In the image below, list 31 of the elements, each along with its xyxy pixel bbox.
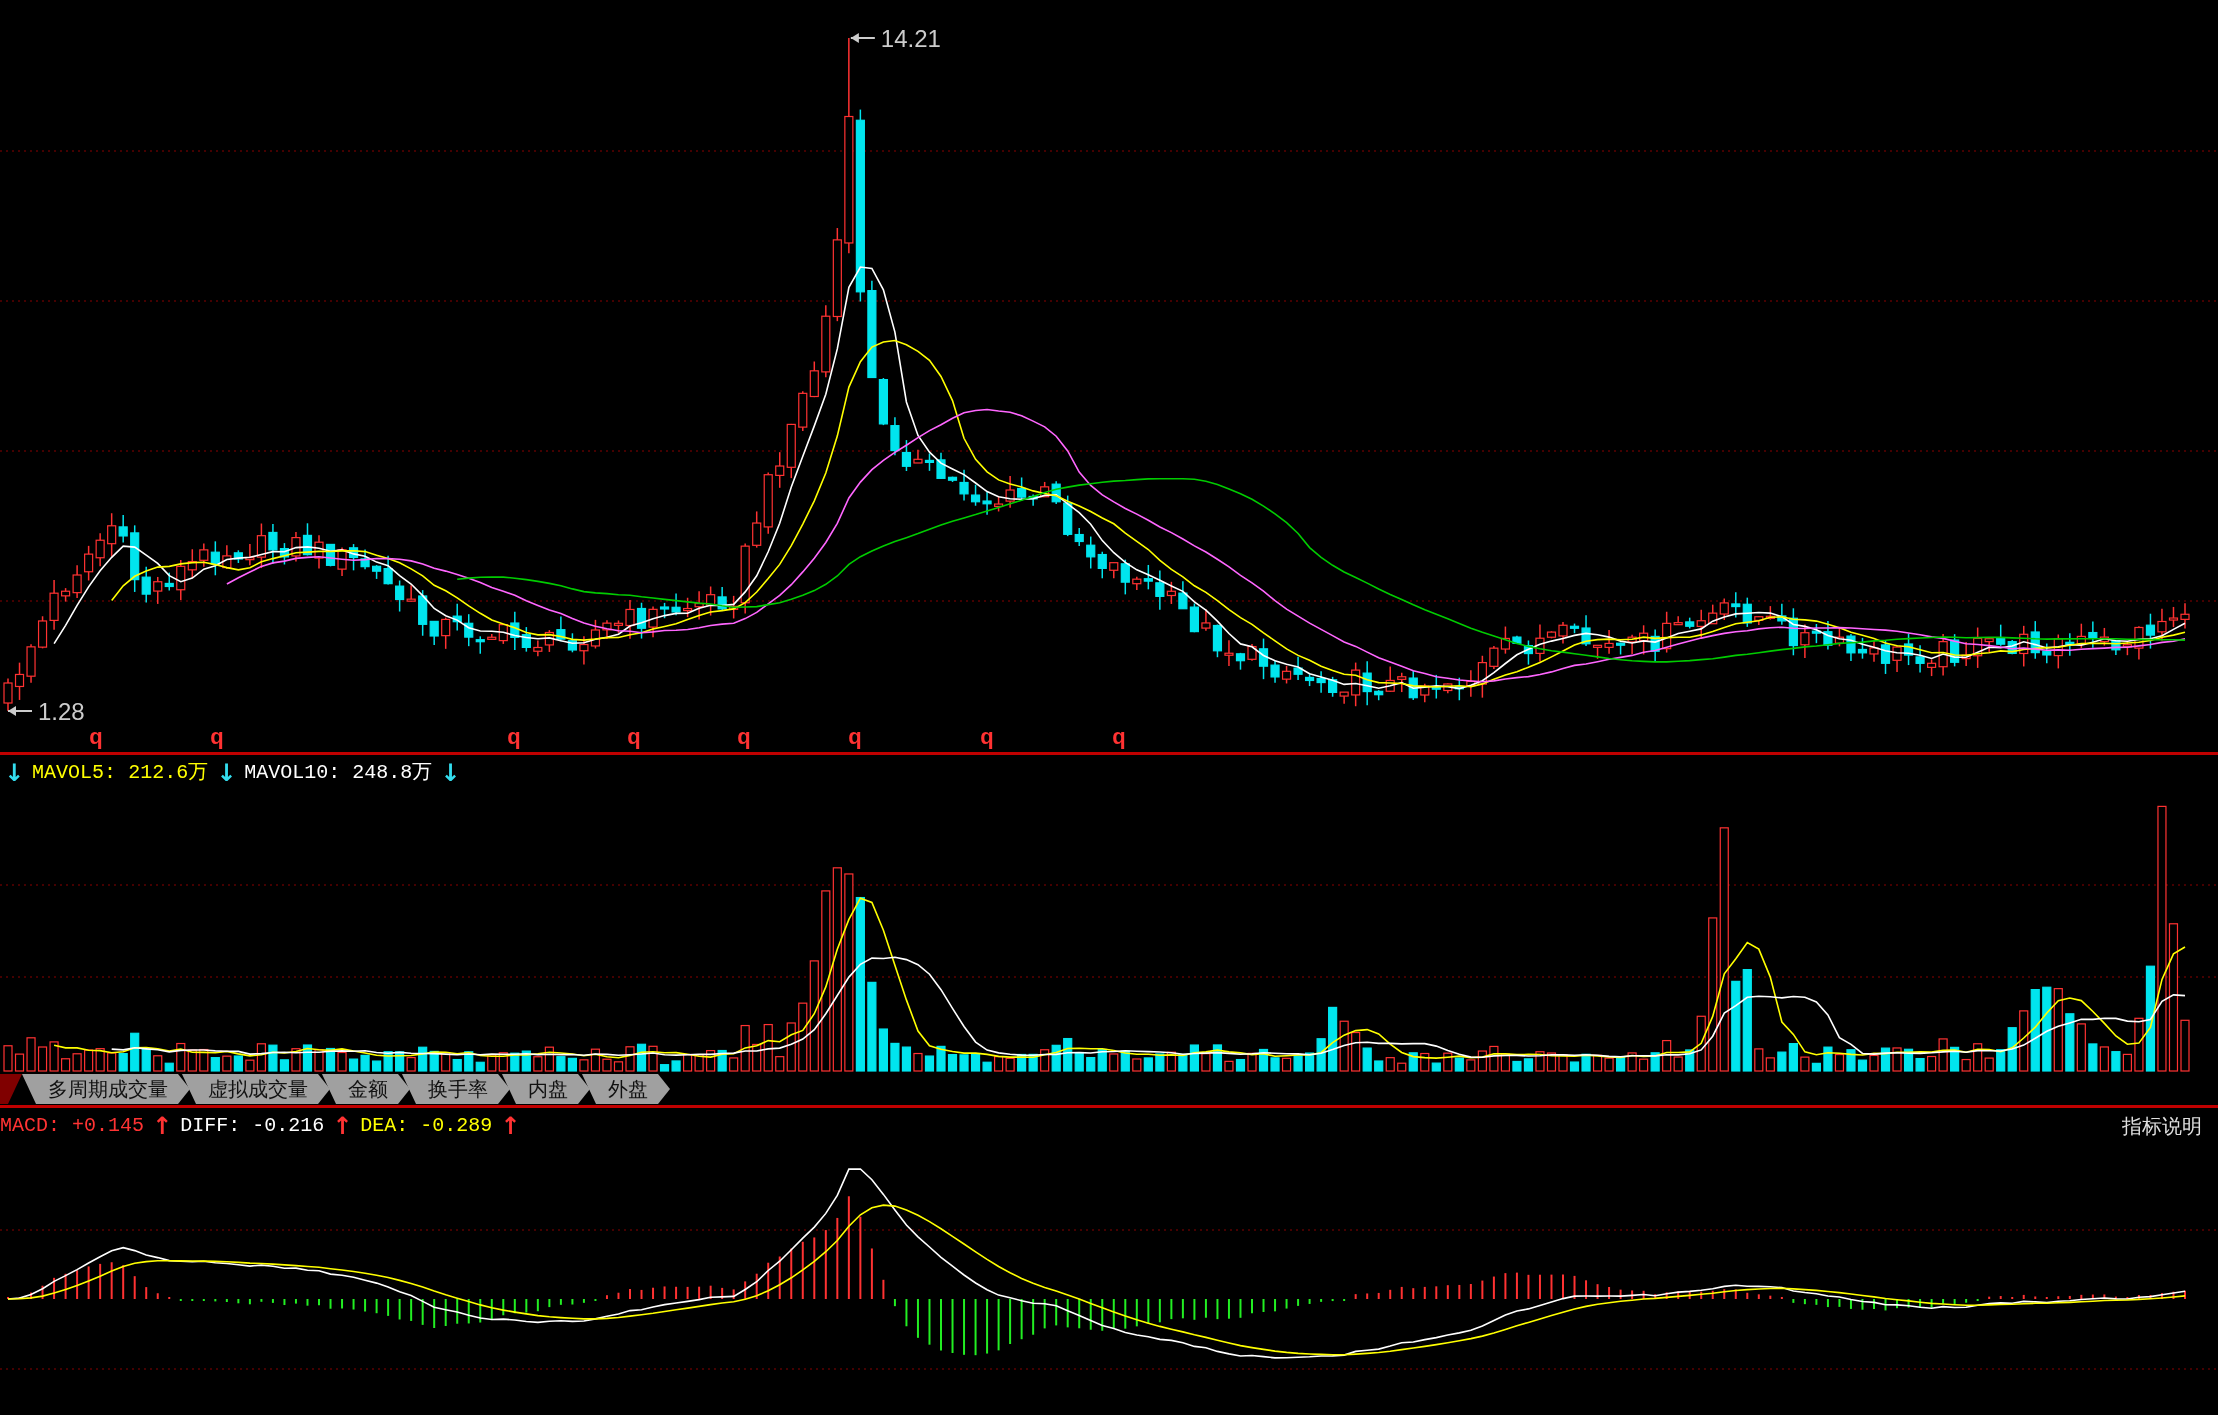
- indicator-tab[interactable]: 外盘: [582, 1074, 670, 1104]
- indicator-tab[interactable]: 换手率: [402, 1074, 510, 1104]
- arrow-icon: ↑: [500, 1108, 521, 1144]
- arrow-icon: ↑: [332, 1108, 353, 1144]
- tab-scroll-edge[interactable]: [0, 1074, 22, 1104]
- indicator-tab[interactable]: 内盘: [502, 1074, 590, 1104]
- signal-marker: q: [627, 724, 641, 749]
- low-price-label: 1.28: [38, 698, 85, 725]
- legend-text: DEA: -0.289: [360, 1113, 493, 1139]
- signal-marker: q: [848, 724, 862, 749]
- indicator-help-link[interactable]: 指标说明: [2122, 1111, 2202, 1141]
- arrow-icon: ↓: [216, 755, 237, 791]
- arrow-icon: ↓: [4, 755, 25, 791]
- signal-marker: q: [980, 724, 994, 749]
- legend-text: MACD: +0.145: [0, 1113, 145, 1139]
- signal-marker: q: [210, 724, 224, 749]
- indicator-tab[interactable]: 多周期成交量: [22, 1074, 190, 1104]
- indicator-tab[interactable]: 金额: [322, 1074, 410, 1104]
- legend-text: MAVOL10: 248.8万: [244, 760, 433, 786]
- indicator-tab[interactable]: 虚拟成交量: [182, 1074, 330, 1104]
- signal-marker: q: [1112, 724, 1126, 749]
- arrow-icon: [7, 706, 33, 716]
- arrow-icon: ↓: [440, 755, 461, 791]
- legend-text: MAVOL5: 212.6万: [32, 760, 209, 786]
- signal-marker: q: [507, 724, 521, 749]
- arrow-icon: ↑: [152, 1108, 173, 1144]
- arrow-icon: [849, 33, 876, 43]
- legend-text: DIFF: -0.216: [180, 1113, 325, 1139]
- signal-marker: q: [89, 724, 103, 749]
- signal-marker: q: [737, 724, 751, 749]
- high-price-label: 14.21: [880, 25, 941, 52]
